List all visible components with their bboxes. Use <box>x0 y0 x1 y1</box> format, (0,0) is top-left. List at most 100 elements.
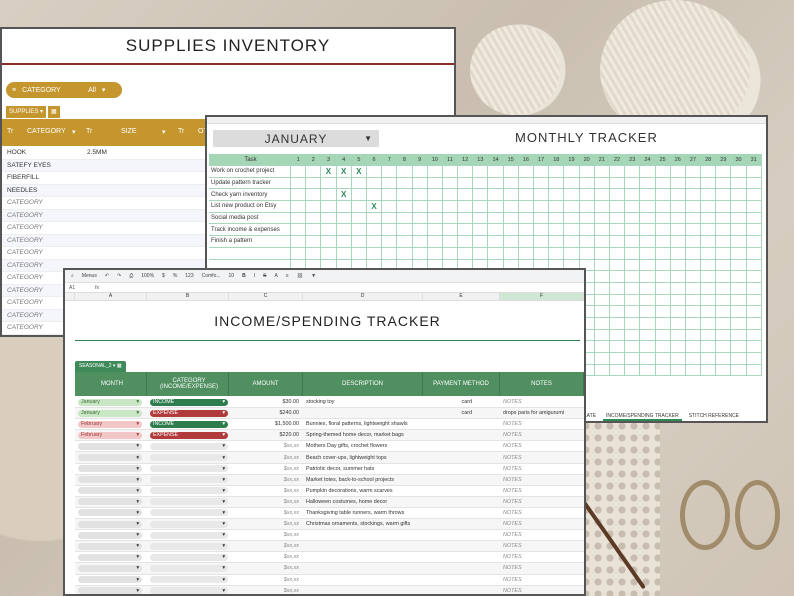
day-cell[interactable] <box>564 236 580 248</box>
day-cell[interactable] <box>594 329 610 342</box>
day-cell[interactable] <box>427 224 443 237</box>
supply-category[interactable]: CATEGORY <box>7 199 87 206</box>
month-dropdown[interactable]: ▾ <box>78 509 142 517</box>
day-cell[interactable] <box>731 282 747 295</box>
day-cell[interactable] <box>685 177 702 190</box>
day-cell[interactable] <box>594 294 610 307</box>
day-cell[interactable] <box>366 236 383 248</box>
day-cell[interactable] <box>473 166 489 178</box>
notes-cell[interactable]: NOTES <box>500 577 584 583</box>
day-cell[interactable] <box>609 282 626 295</box>
amount-cell[interactable]: $xx,xx <box>229 510 303 516</box>
month-select[interactable]: JANUARY ▼ <box>213 130 379 147</box>
month-dropdown[interactable]: ▾ <box>78 542 142 550</box>
chevron-down-icon[interactable]: ▾ <box>72 128 76 136</box>
category-cell[interactable]: INCOME ▾ <box>147 398 229 406</box>
header-size[interactable]: SIZE <box>121 128 137 135</box>
notes-cell[interactable]: NOTES <box>500 443 584 449</box>
month-dropdown[interactable]: ▾ <box>78 476 142 484</box>
day-cell[interactable] <box>382 177 398 190</box>
category-dropdown[interactable]: ▾ <box>150 531 228 539</box>
day-cell[interactable] <box>685 236 702 248</box>
day-cell[interactable] <box>397 236 413 248</box>
day-cell[interactable] <box>594 317 610 330</box>
day-cell[interactable] <box>609 166 626 178</box>
day-cell[interactable] <box>655 177 671 190</box>
day-cell[interactable] <box>670 306 686 318</box>
day-cell[interactable] <box>427 177 443 190</box>
amount-cell[interactable]: $xx,xx <box>229 588 303 594</box>
amount-cell[interactable]: $xx,xx <box>229 565 303 571</box>
day-cell[interactable] <box>670 294 686 307</box>
day-cell[interactable] <box>564 212 580 225</box>
day-cell[interactable] <box>397 224 413 237</box>
day-cell[interactable] <box>594 247 610 260</box>
day-cell[interactable] <box>685 306 702 318</box>
day-cell[interactable] <box>731 306 747 318</box>
day-cell[interactable] <box>321 212 337 225</box>
category-dropdown[interactable]: ▾ <box>150 442 228 450</box>
day-cell[interactable] <box>625 364 641 377</box>
category-cell[interactable]: ▾ <box>147 587 229 594</box>
day-cell[interactable] <box>655 259 671 272</box>
day-cell[interactable] <box>716 341 732 353</box>
day-cell[interactable] <box>549 166 565 178</box>
day-cell[interactable] <box>412 177 428 190</box>
day-cell[interactable] <box>746 294 762 307</box>
month-dropdown[interactable]: ▾ <box>78 487 142 495</box>
supply-category[interactable]: FIBERFILL <box>7 174 87 181</box>
day-cell[interactable] <box>488 247 504 260</box>
day-cell[interactable] <box>336 224 352 237</box>
day-cell[interactable] <box>670 259 686 272</box>
category-dropdown[interactable]: ▾ <box>150 454 228 462</box>
day-cell[interactable] <box>731 353 747 365</box>
day-cell[interactable] <box>306 247 322 260</box>
day-cell[interactable] <box>609 329 626 342</box>
header-category[interactable]: CATEGORY (INCOME/EXPENSE) <box>147 372 229 396</box>
day-cell[interactable] <box>351 189 367 202</box>
month-cell[interactable]: ▾ <box>75 509 147 517</box>
day-cell[interactable] <box>594 236 610 248</box>
day-cell[interactable] <box>731 236 747 248</box>
day-cell[interactable] <box>640 212 656 225</box>
category-cell[interactable]: ▾ <box>147 476 229 484</box>
day-cell[interactable] <box>609 364 626 377</box>
notes-cell[interactable]: NOTES <box>500 488 584 494</box>
day-cell[interactable] <box>640 353 656 365</box>
strikethrough-icon[interactable]: S <box>263 273 266 279</box>
day-cell[interactable] <box>746 271 762 283</box>
day-cell[interactable] <box>625 236 641 248</box>
task-name[interactable]: Track income & expenses <box>209 224 291 237</box>
notes-cell[interactable]: NOTES <box>500 455 584 461</box>
month-cell[interactable]: February ▾ <box>75 420 147 428</box>
day-cell[interactable] <box>594 177 610 190</box>
supply-category[interactable]: CATEGORY <box>7 224 87 231</box>
description-cell[interactable]: Thanksgiving table runners, warm throws <box>303 510 423 516</box>
month-dropdown[interactable]: ▾ <box>78 454 142 462</box>
day-cell[interactable] <box>701 341 717 353</box>
day-cell[interactable] <box>564 166 580 178</box>
amount-cell[interactable]: $240.00 <box>229 410 303 416</box>
day-cell[interactable] <box>670 247 686 260</box>
day-cell[interactable]: X <box>336 166 352 178</box>
day-cell[interactable] <box>534 177 550 190</box>
month-cell[interactable]: ▾ <box>75 442 147 450</box>
day-cell[interactable] <box>412 201 428 213</box>
day-cell[interactable] <box>488 236 504 248</box>
day-cell[interactable] <box>291 236 307 248</box>
category-dropdown[interactable]: EXPENSE ▾ <box>150 431 228 439</box>
description-cell[interactable]: Halloween costumes, home decor <box>303 499 423 505</box>
header-month[interactable]: MONTH <box>75 372 147 396</box>
day-cell[interactable] <box>321 189 337 202</box>
day-cell[interactable] <box>564 177 580 190</box>
day-cell[interactable] <box>549 177 565 190</box>
day-cell[interactable] <box>731 212 747 225</box>
day-cell[interactable] <box>442 177 459 190</box>
day-cell[interactable] <box>640 341 656 353</box>
day-cell[interactable] <box>594 364 610 377</box>
category-dropdown[interactable]: ▾ <box>150 564 228 572</box>
day-cell[interactable] <box>640 177 656 190</box>
task-name[interactable]: Update pattern tracker <box>209 177 291 190</box>
day-cell[interactable] <box>731 224 747 237</box>
supply-category[interactable]: CATEGORY <box>7 212 87 219</box>
